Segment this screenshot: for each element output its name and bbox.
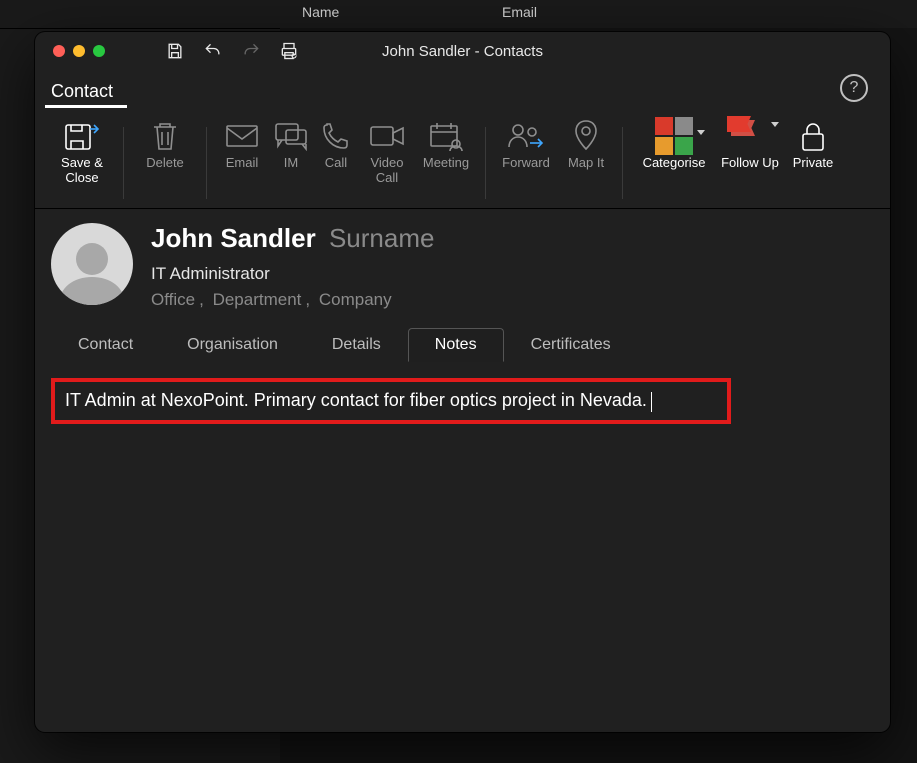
- follow-up-label: Follow Up: [721, 156, 779, 171]
- surname-placeholder[interactable]: Surname: [329, 223, 435, 253]
- video-call-button[interactable]: Video Call: [359, 112, 415, 186]
- map-it-label: Map It: [568, 156, 604, 171]
- contact-window: John Sandler - Contacts Contact ? Save &…: [35, 32, 890, 732]
- video-call-label: Video Call: [359, 156, 415, 186]
- tab-organisation[interactable]: Organisation: [160, 328, 305, 362]
- help-icon[interactable]: ?: [840, 74, 868, 102]
- email-button[interactable]: Email: [215, 112, 269, 171]
- email-label: Email: [226, 156, 259, 171]
- categorise-label: Categorise: [643, 156, 706, 171]
- im-button[interactable]: IM: [269, 112, 313, 171]
- close-window-button[interactable]: [53, 45, 65, 57]
- background-list-header: Name Email: [280, 0, 917, 29]
- forward-label: Forward: [502, 156, 550, 171]
- window-title: John Sandler - Contacts: [35, 43, 890, 60]
- meeting-label: Meeting: [423, 156, 469, 171]
- tab-certificates[interactable]: Certificates: [504, 328, 638, 362]
- map-it-button[interactable]: Map It: [558, 112, 614, 171]
- contact-name[interactable]: John Sandler: [151, 223, 316, 253]
- qat-save-icon[interactable]: [165, 41, 185, 61]
- ribbon-tab-row: Contact ?: [35, 70, 890, 108]
- notes-highlight: IT Admin at NexoPoint. Primary contact f…: [51, 378, 731, 424]
- follow-up-button[interactable]: Follow Up: [717, 112, 783, 171]
- contact-subtabs: Contact Organisation Details Notes Certi…: [51, 328, 874, 362]
- meeting-button[interactable]: Meeting: [415, 112, 477, 171]
- call-button[interactable]: Call: [313, 112, 359, 171]
- text-caret: [651, 392, 653, 412]
- forward-button[interactable]: Forward: [494, 112, 558, 171]
- categorise-button[interactable]: Categorise: [631, 112, 717, 171]
- im-label: IM: [284, 156, 298, 171]
- ribbon-tab-contact[interactable]: Contact: [51, 81, 113, 108]
- company-placeholder[interactable]: Company: [319, 290, 392, 309]
- titlebar: John Sandler - Contacts: [35, 32, 890, 70]
- tab-details[interactable]: Details: [305, 328, 408, 362]
- tab-contact[interactable]: Contact: [51, 328, 160, 362]
- notes-textarea[interactable]: IT Admin at NexoPoint. Primary contact f…: [65, 390, 647, 410]
- qat-undo-icon[interactable]: [203, 41, 223, 61]
- save-close-button[interactable]: Save & Close: [49, 112, 115, 186]
- department-placeholder[interactable]: Department: [213, 290, 302, 309]
- ribbon-tab-underline: [45, 105, 127, 108]
- col-name: Name: [302, 4, 339, 20]
- chevron-down-icon: [697, 130, 705, 135]
- minimize-window-button[interactable]: [73, 45, 85, 57]
- office-placeholder[interactable]: Office: [151, 290, 195, 309]
- save-close-label: Save & Close: [49, 156, 115, 186]
- call-label: Call: [325, 156, 347, 171]
- qat-redo-icon[interactable]: [241, 41, 261, 61]
- col-email: Email: [502, 4, 537, 20]
- contact-role[interactable]: IT Administrator: [151, 264, 434, 284]
- delete-label: Delete: [146, 156, 184, 171]
- ribbon: Save & Close Delete Email IM Call: [35, 108, 890, 209]
- tab-notes[interactable]: Notes: [408, 328, 504, 362]
- delete-button[interactable]: Delete: [132, 112, 198, 171]
- chevron-down-icon: [771, 122, 779, 127]
- qat-print-icon[interactable]: [279, 41, 299, 61]
- zoom-window-button[interactable]: [93, 45, 105, 57]
- avatar[interactable]: [51, 223, 133, 305]
- private-label: Private: [793, 156, 833, 171]
- private-button[interactable]: Private: [783, 112, 843, 171]
